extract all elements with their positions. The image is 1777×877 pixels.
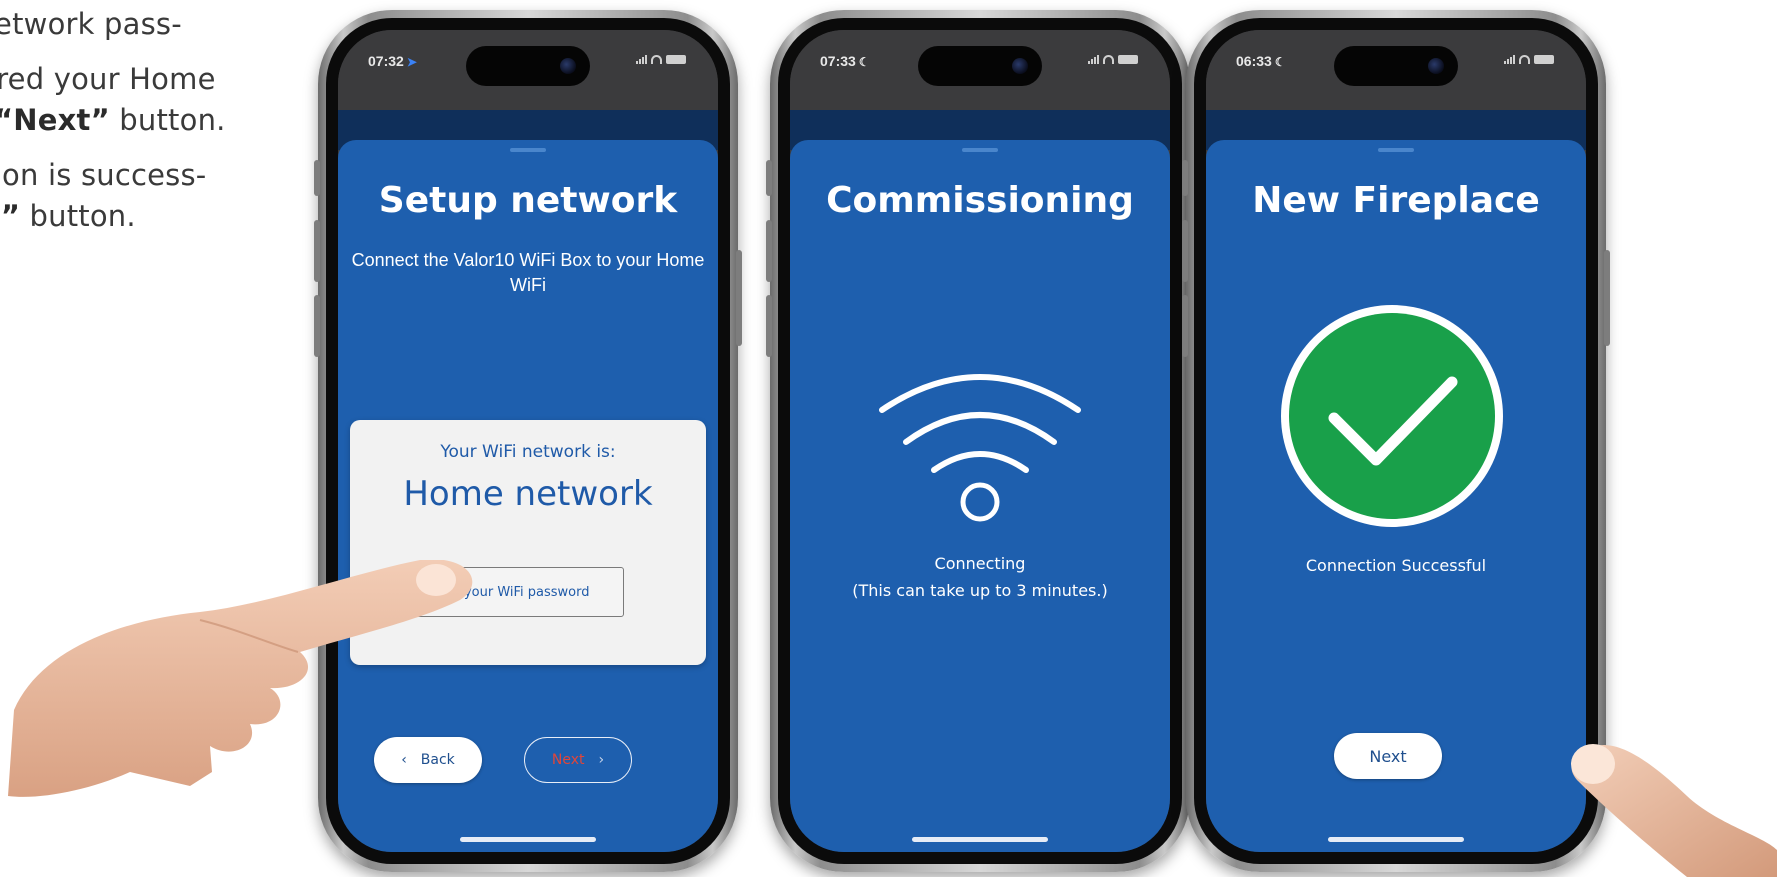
sheet-grabber[interactable]: [962, 148, 998, 152]
phone-commissioning: 07:33 ☾ Commissioning Connecting (This ca…: [766, 10, 1194, 872]
network-label: Your WiFi network is:: [440, 442, 616, 462]
phone-screen: 06:33 ☾ New Fireplace Connection Successf…: [1206, 30, 1586, 852]
page-title: Setup network: [378, 180, 678, 221]
connecting-hint: (This can take up to 3 minutes.): [852, 581, 1108, 600]
phone-side-button: [1182, 160, 1188, 196]
status-bar: 06:33 ☾: [1206, 30, 1586, 110]
status-time-text: 07:32: [368, 53, 404, 69]
instruction-fragment: button.: [20, 199, 136, 233]
instruction-line: ection is success-: [0, 158, 207, 192]
instruction-line: e network pass-: [0, 7, 182, 41]
moon-icon: ☾: [1274, 55, 1286, 69]
page-title: New Fireplace: [1252, 180, 1540, 221]
moon-icon: ☾: [858, 55, 870, 69]
status-time: 06:33 ☾: [1236, 53, 1286, 69]
signal-icon: [636, 55, 647, 64]
dynamic-island: [1334, 46, 1458, 86]
pointing-hand: [8, 560, 473, 797]
signal-icon: [1504, 55, 1515, 64]
phone-new-fireplace: 06:33 ☾ New Fireplace Connection Successf…: [1182, 10, 1610, 872]
phone-side-button: [736, 250, 742, 346]
battery-icon: [1534, 55, 1554, 64]
signal-icon: [1088, 55, 1099, 64]
instruction-line: ntered your Home: [0, 62, 216, 96]
page-subtitle: Connect the Valor10 WiFi Box to your Hom…: [351, 250, 705, 295]
instruction-bold: ext”: [0, 199, 21, 233]
wifi-icon: [879, 374, 1081, 522]
connection-status: Connection Successful: [1305, 556, 1487, 575]
system-icons: [1504, 55, 1554, 64]
camera-lens: [560, 58, 576, 74]
camera-lens: [1428, 58, 1444, 74]
instruction-fragment: button.: [109, 103, 226, 137]
sheet-grabber[interactable]: [1378, 148, 1414, 152]
phone-side-button: [1604, 250, 1610, 346]
phone-side-button: [766, 295, 772, 357]
phone-side-button: [1182, 295, 1188, 357]
system-icons: [1088, 55, 1138, 64]
dynamic-island: [918, 46, 1042, 86]
phone-side-button: [314, 160, 320, 196]
phone-side-button: [314, 220, 320, 282]
phone-screen: 07:33 ☾ Commissioning Connecting (This ca…: [790, 30, 1170, 852]
home-indicator[interactable]: [460, 837, 596, 842]
phone-side-button: [314, 295, 320, 357]
instruction-line: he “Next” button.: [0, 100, 368, 141]
next-button-label: Next: [1369, 746, 1407, 766]
location-icon: ➤: [406, 55, 417, 69]
network-name: Home network: [403, 474, 653, 514]
phone-side-button: [766, 220, 772, 282]
instruction-text: e network pass- ntered your Home he “Nex…: [0, 4, 368, 237]
status-time-text: 07:33: [820, 53, 856, 69]
status-time: 07:33 ☾: [820, 53, 870, 69]
wifi-status-icon: [1103, 55, 1114, 64]
connecting-label: Connecting: [934, 554, 1026, 573]
next-button-label: Next: [551, 752, 585, 768]
wifi-status-icon: [651, 55, 662, 64]
home-indicator[interactable]: [912, 837, 1048, 842]
chevron-right-icon: ›: [598, 752, 605, 768]
home-indicator[interactable]: [1328, 837, 1464, 842]
dynamic-island: [466, 46, 590, 86]
page-title: Commissioning: [826, 180, 1134, 221]
status-time-text: 06:33: [1236, 53, 1272, 69]
commissioning-sheet: Commissioning Connecting (This can take …: [790, 140, 1170, 852]
connecting-status: Connecting (This can take up to 3 minute…: [790, 550, 1170, 604]
status-time: 07:32 ➤: [368, 53, 417, 69]
sheet-grabber[interactable]: [510, 148, 546, 152]
battery-icon: [1118, 55, 1138, 64]
battery-icon: [666, 55, 686, 64]
wifi-status-icon: [1519, 55, 1530, 64]
status-bar: 07:33 ☾: [790, 30, 1170, 110]
next-button[interactable]: Next ›: [524, 737, 632, 783]
system-icons: [636, 55, 686, 64]
phone-side-button: [1182, 220, 1188, 282]
instruction-bold: “Next”: [0, 103, 110, 137]
checkmark-icon: [1281, 305, 1503, 527]
success-sheet: New Fireplace Connection Successful Next: [1206, 140, 1586, 852]
next-button[interactable]: Next: [1334, 733, 1442, 779]
phone-side-button: [766, 160, 772, 196]
instruction-line: ext” button.: [0, 196, 368, 237]
status-bar: 07:32 ➤: [338, 30, 718, 110]
pointing-hand: [1571, 744, 1777, 877]
camera-lens: [1012, 58, 1028, 74]
